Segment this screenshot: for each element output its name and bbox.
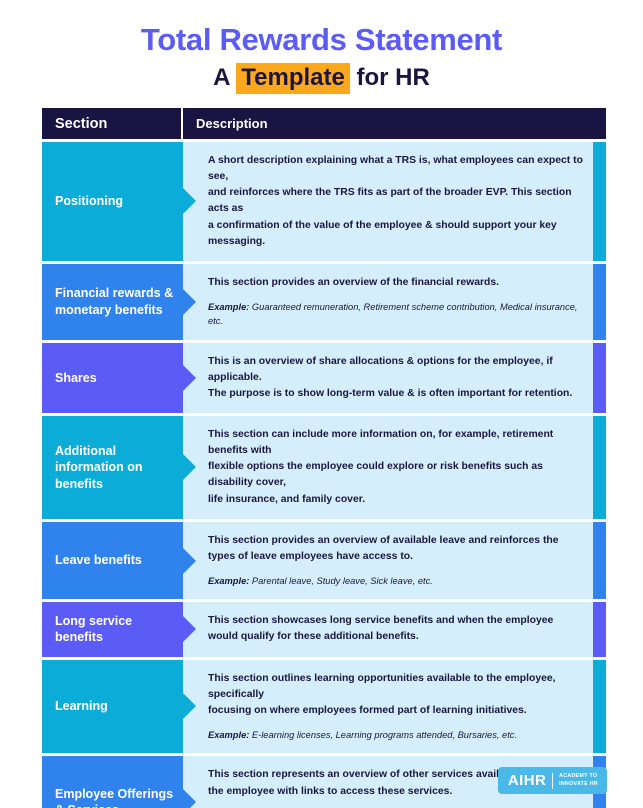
title-block: Total Rewards Statement A Template for H… [0,0,643,95]
section-label-cell: Long service benefits [42,602,183,657]
table-row: Leave benefits This section provides an o… [42,521,606,600]
description-cell: A short description explaining what a TR… [183,142,606,261]
section-label-cell: Learning [42,659,183,754]
row-accent-strip [593,416,606,519]
example-label: Example: [208,301,250,312]
section-label: Long service benefits [55,613,133,645]
row-accent-strip [593,342,606,414]
page-subtitle: A Template for HR [0,62,643,95]
table-row: Long service benefits This section showca… [42,602,606,657]
poster-page: Total Rewards Statement A Template for H… [0,0,643,808]
row-accent-strip [593,263,606,340]
table-row: Learning This section outlines learning o… [42,659,606,754]
description-line: a confirmation of the value of the emplo… [208,219,557,247]
logo-tagline-line2: INNOVATE HR [559,780,598,787]
example-text: Parental leave, Study leave, Sick leave,… [249,575,433,586]
rewards-table: Section Description Positioning A short d… [42,108,606,808]
section-label: Learning [55,699,108,714]
description-line: types of leave employees have access to. [208,550,414,562]
subtitle-prefix: A [213,63,237,91]
description-line: life insurance, and family cover. [208,493,366,505]
page-title: Total Rewards Statement [140,22,503,57]
table-row: Financial rewards & monetary benefits Thi… [42,263,606,340]
logo-tagline-line1: ACADEMY TO [559,773,598,780]
section-label-cell: Leave benefits [42,521,183,600]
description-cell: This section provides an overview of ava… [183,522,606,600]
section-label-cell: Employee Offerings & Services [42,756,183,808]
subtitle-highlight: Template [236,62,350,95]
logo-wordmark: AIHR [507,772,547,789]
description-line: focusing on where employees formed part … [208,704,527,716]
description-line: This section can include more informatio… [208,429,554,457]
aihr-logo: AIHR ACADEMY TO INNOVATE HR [497,767,607,794]
description-cell: This section provides an overview of the… [183,264,606,340]
description-line: This is an overview of share allocations… [208,355,553,383]
table-row: Shares This is an overview of share alloc… [42,342,606,414]
section-label-cell: Shares [42,342,183,414]
description-line: flexible options the employee could expl… [208,461,543,489]
logo-tagline: ACADEMY TO INNOVATE HR [559,773,598,788]
description-cell: This section outlines learning opportuni… [183,660,606,754]
example-text: Guaranteed remuneration, Retirement sche… [208,301,578,327]
example-text: E-learning licenses, Learning programs a… [249,729,518,740]
section-label: Additional information on benefits [55,443,143,491]
section-label: Shares [55,370,97,385]
description-cell: This section can include more informatio… [183,416,606,519]
section-label: Positioning [55,194,124,209]
column-header-description: Description [196,116,268,131]
description-line: would qualify for these additional benef… [208,631,419,643]
example-line: Example: E-learning licenses, Learning p… [208,728,590,742]
section-label-cell: Positioning [42,142,183,261]
example-label: Example: [208,575,250,586]
section-label: Leave benefits [55,553,142,568]
example-label: Example: [208,729,250,740]
section-label: Financial rewards & monetary benefits [55,286,174,317]
description-cell: This section showcases long service bene… [183,602,606,656]
section-label-cell: Financial rewards & monetary benefits [42,263,183,340]
section-label: Employee Offerings & Services [55,786,174,808]
logo-divider [552,772,554,789]
table-row: Positioning A short description explainin… [42,142,606,261]
section-label-cell: Additional information on benefits [42,416,183,519]
row-accent-strip [593,659,606,754]
description-line: and reinforces where the TRS fits as par… [208,187,572,215]
description-line: This section provides an overview of the… [208,276,500,288]
column-header-section: Section [42,108,183,139]
row-accent-strip [593,602,606,657]
table-header-row: Section Description [42,108,606,139]
description-line: The purpose is to show long-term value &… [208,387,573,399]
row-accent-strip [593,521,606,600]
description-line: This section provides an overview of ava… [208,534,559,546]
description-cell: This is an overview of share allocations… [183,343,606,413]
table-body: Positioning A short description explainin… [42,142,606,808]
subtitle-suffix: for HR [349,63,430,91]
description-line: This section outlines learning opportuni… [208,672,556,700]
example-line: Example: Parental leave, Study leave, Si… [208,574,590,588]
example-line: Example: Guaranteed remuneration, Retire… [208,300,590,329]
row-accent-strip [593,142,606,261]
description-line: This section showcases long service bene… [208,615,554,627]
table-row: Additional information on benefits This s… [42,416,606,519]
description-line: A short description explaining what a TR… [208,155,583,183]
